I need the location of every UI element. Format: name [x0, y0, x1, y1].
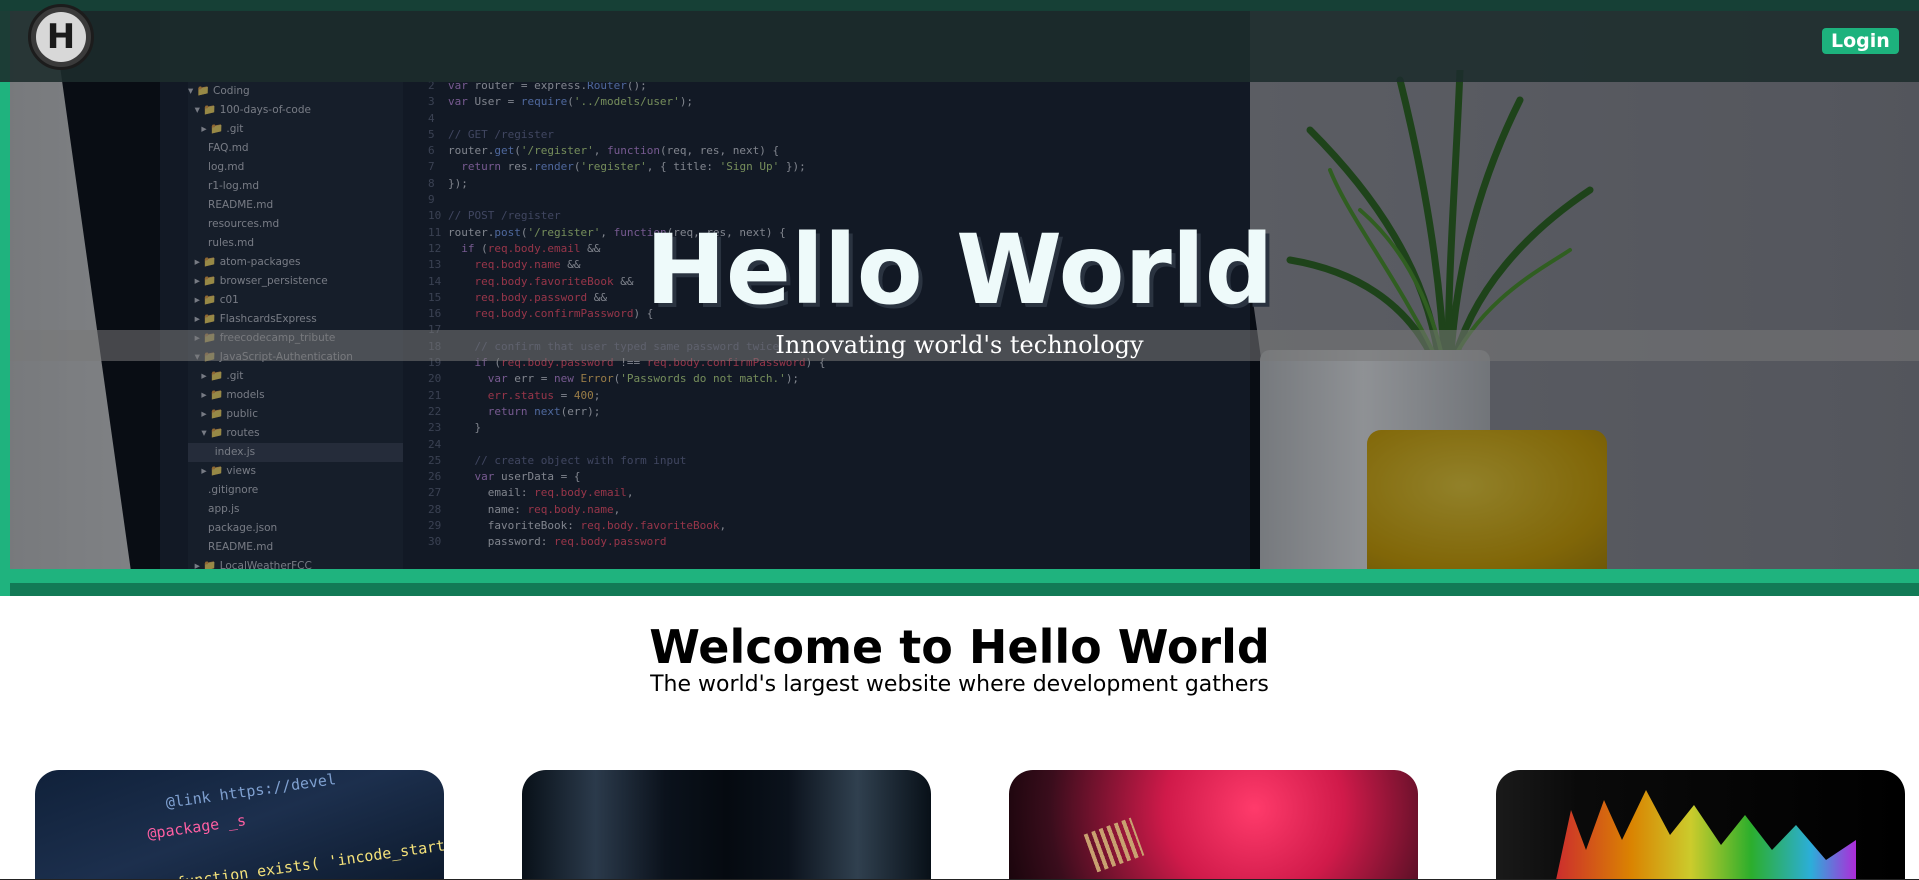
welcome-title: Welcome to Hello World — [649, 620, 1270, 674]
card-circuit-board-image[interactable] — [1009, 770, 1418, 880]
welcome-subtitle: The world's largest website where develo… — [650, 672, 1269, 697]
navbar: H Login — [0, 0, 1919, 82]
card-code-text: @link https://devel — [164, 770, 338, 812]
card-audio-spectrum-image[interactable] — [1496, 770, 1905, 880]
navbar-top-strip — [0, 0, 1919, 11]
hero-section: ▾ 📁 Coding ▾ 📁 100-days-of-code ▸ 📁 .git… — [0, 0, 1919, 596]
login-button[interactable]: Login — [1822, 28, 1899, 54]
card-server-room-image[interactable] — [522, 770, 931, 880]
card-code-text: @package _s — [146, 811, 248, 843]
hero-title: Hello World — [645, 214, 1274, 326]
site-logo[interactable]: H — [28, 4, 94, 70]
spectrum-shape — [1556, 790, 1856, 880]
pcb-chip-shape — [1083, 817, 1145, 873]
card-code-text: function_exists( 'incode_starter_se — [175, 830, 444, 880]
page: ▾ 📁 Coding ▾ 📁 100-days-of-code ▸ 📁 .git… — [0, 0, 1919, 880]
card-code-editor-image[interactable]: @link https://devel @package _s function… — [35, 770, 444, 880]
hero-subtitle: Innovating world's technology — [775, 331, 1144, 359]
logo-letter: H — [36, 12, 86, 62]
hero-bottom-stripe — [10, 583, 1919, 596]
